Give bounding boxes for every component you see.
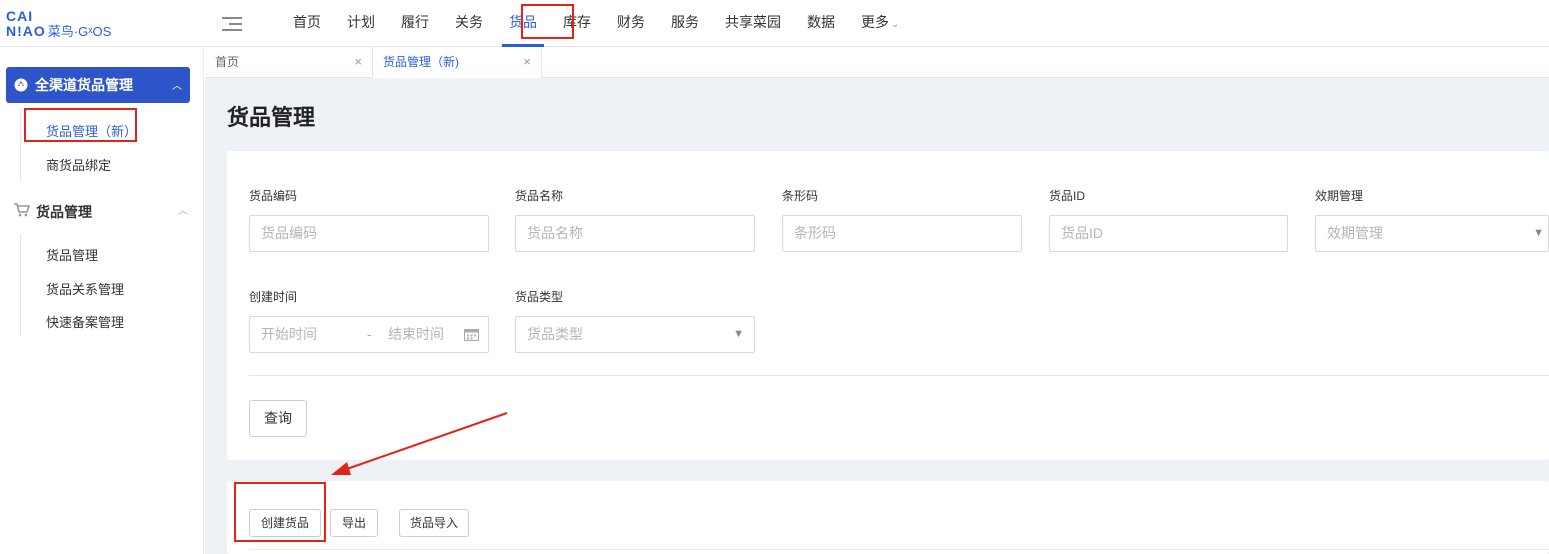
- date-start[interactable]: 开始时间: [261, 326, 317, 342]
- recycle-icon: [14, 78, 28, 92]
- cart-icon: [14, 203, 30, 217]
- tab-home[interactable]: 首页 ×: [205, 47, 373, 78]
- nav-item-4[interactable]: 货品: [496, 0, 550, 47]
- nav-item-2[interactable]: 履行: [388, 0, 442, 47]
- select-value: 货品类型: [527, 326, 583, 342]
- sidebar: 全渠道货品管理 ︿ 货品管理（新） 商货品绑定 货品管理 ︿ 货品管理 货品关系…: [0, 47, 204, 554]
- logo-line2-rest: 菜鸟·GˣOS: [47, 24, 112, 39]
- close-icon[interactable]: ×: [523, 47, 531, 77]
- nav-item-label: 财务: [617, 14, 645, 30]
- sidebar-group-goods[interactable]: 货品管理 ︿: [14, 200, 190, 222]
- goods-code-input[interactable]: 货品编码: [249, 215, 489, 252]
- nav-item-label: 货品: [509, 14, 537, 30]
- import-goods-button[interactable]: 货品导入: [399, 509, 469, 537]
- logo-line2: N!AO 菜鸟·GˣOS: [6, 23, 111, 40]
- nav-item-1[interactable]: 计划: [334, 0, 388, 47]
- nav-item-label: 首页: [293, 14, 321, 30]
- barcode-input[interactable]: 条形码: [782, 215, 1022, 252]
- filter-label: 货品ID: [1049, 189, 1086, 203]
- nav-item-label: 数据: [807, 14, 835, 30]
- divider: [249, 549, 1549, 550]
- chevron-up-icon: ︿: [178, 206, 188, 217]
- nav-item-label: 履行: [401, 14, 429, 30]
- created-time-range-picker[interactable]: 开始时间 - 结束时间: [249, 316, 489, 353]
- sidebar-item-goods-new[interactable]: 货品管理（新）: [46, 121, 137, 140]
- divider: [249, 375, 1549, 376]
- query-button[interactable]: 查询: [249, 400, 307, 437]
- chevron-up-icon: ︿: [172, 81, 182, 92]
- logo-line2-prefix: N!AO: [6, 23, 46, 39]
- main-nav: 首页 计划 履行 关务 货品 库存 财务 服务 共享菜园 数据 更多 ⌄: [280, 0, 912, 47]
- nav-item-label: 服务: [671, 14, 699, 30]
- main-content: 首页 × 货品管理（新) × 货品管理 货品编码 货品编码 货品名称 货品名称 …: [205, 47, 1549, 554]
- action-card: 创建货品 导出 货品导入: [227, 481, 1549, 554]
- caret-down-icon: ▼: [733, 328, 744, 340]
- nav-item-label: 关务: [455, 14, 483, 30]
- page-title: 货品管理: [227, 105, 316, 130]
- nav-item-10[interactable]: 更多 ⌄: [848, 0, 912, 47]
- nav-item-5[interactable]: 库存: [550, 0, 604, 47]
- sidebar-group-label: 货品管理: [36, 204, 92, 220]
- sidebar-item-quick-filing[interactable]: 快速备案管理: [46, 312, 124, 331]
- nav-item-6[interactable]: 财务: [604, 0, 658, 47]
- nav-item-8[interactable]: 共享菜园: [712, 0, 794, 47]
- select-value: 效期管理: [1327, 225, 1383, 241]
- create-goods-button[interactable]: 创建货品: [249, 509, 321, 537]
- filter-label: 货品类型: [515, 290, 564, 304]
- goods-name-input[interactable]: 货品名称: [515, 215, 755, 252]
- filter-label: 创建时间: [249, 290, 298, 304]
- export-button[interactable]: 导出: [330, 509, 378, 537]
- tab-label: 货品管理（新): [383, 55, 459, 69]
- goods-id-input[interactable]: 货品ID: [1049, 215, 1288, 252]
- tab-label: 首页: [215, 55, 240, 69]
- sidebar-item-goods-relation[interactable]: 货品关系管理: [46, 279, 124, 298]
- filter-card: 货品编码 货品编码 货品名称 货品名称 条形码 条形码 货品ID 货品ID 效期…: [227, 151, 1549, 460]
- filter-label: 货品编码: [249, 189, 298, 203]
- tree-line: [20, 234, 21, 336]
- nav-item-label: 更多: [861, 14, 889, 30]
- nav-item-label: 共享菜园: [725, 14, 781, 30]
- nav-item-0[interactable]: 首页: [280, 0, 334, 47]
- nav-item-label: 库存: [563, 14, 591, 30]
- filter-label: 货品名称: [515, 189, 564, 203]
- sidebar-group-label: 全渠道货品管理: [35, 77, 133, 93]
- calendar-icon: [464, 329, 479, 341]
- top-navbar: CAI N!AO 菜鸟·GˣOS 首页 计划 履行 关务 货品 库存 财务 服务 共享菜园 数据 更多…: [0, 0, 1549, 47]
- sidebar-item-goods-management[interactable]: 货品管理: [46, 245, 98, 264]
- expiry-management-select[interactable]: 效期管理 ▼: [1315, 215, 1549, 252]
- sidebar-item-goods-binding[interactable]: 商货品绑定: [46, 155, 111, 174]
- nav-item-7[interactable]: 服务: [658, 0, 712, 47]
- caret-down-icon: ▼: [1533, 227, 1544, 239]
- nav-item-9[interactable]: 数据: [794, 0, 848, 47]
- menu-collapse-icon[interactable]: [222, 15, 244, 33]
- nav-item-3[interactable]: 关务: [442, 0, 496, 47]
- cainiao-logo[interactable]: CAI N!AO 菜鸟·GˣOS: [6, 9, 146, 39]
- close-icon[interactable]: ×: [354, 47, 362, 77]
- nav-item-label: 计划: [347, 14, 375, 30]
- date-separator: -: [367, 326, 372, 342]
- chevron-down-icon: ⌄: [891, 19, 900, 30]
- logo-line1: CAI: [6, 8, 34, 24]
- page-tabs: 首页 × 货品管理（新) ×: [205, 47, 1549, 78]
- tab-goods-management-new[interactable]: 货品管理（新) ×: [373, 47, 542, 78]
- goods-type-select[interactable]: 货品类型 ▼: [515, 316, 755, 353]
- filter-label: 条形码: [782, 189, 819, 203]
- filter-label: 效期管理: [1315, 189, 1364, 203]
- tree-line: [20, 109, 21, 181]
- sidebar-group-omnichannel[interactable]: 全渠道货品管理 ︿: [6, 67, 190, 103]
- date-end[interactable]: 结束时间: [388, 317, 444, 352]
